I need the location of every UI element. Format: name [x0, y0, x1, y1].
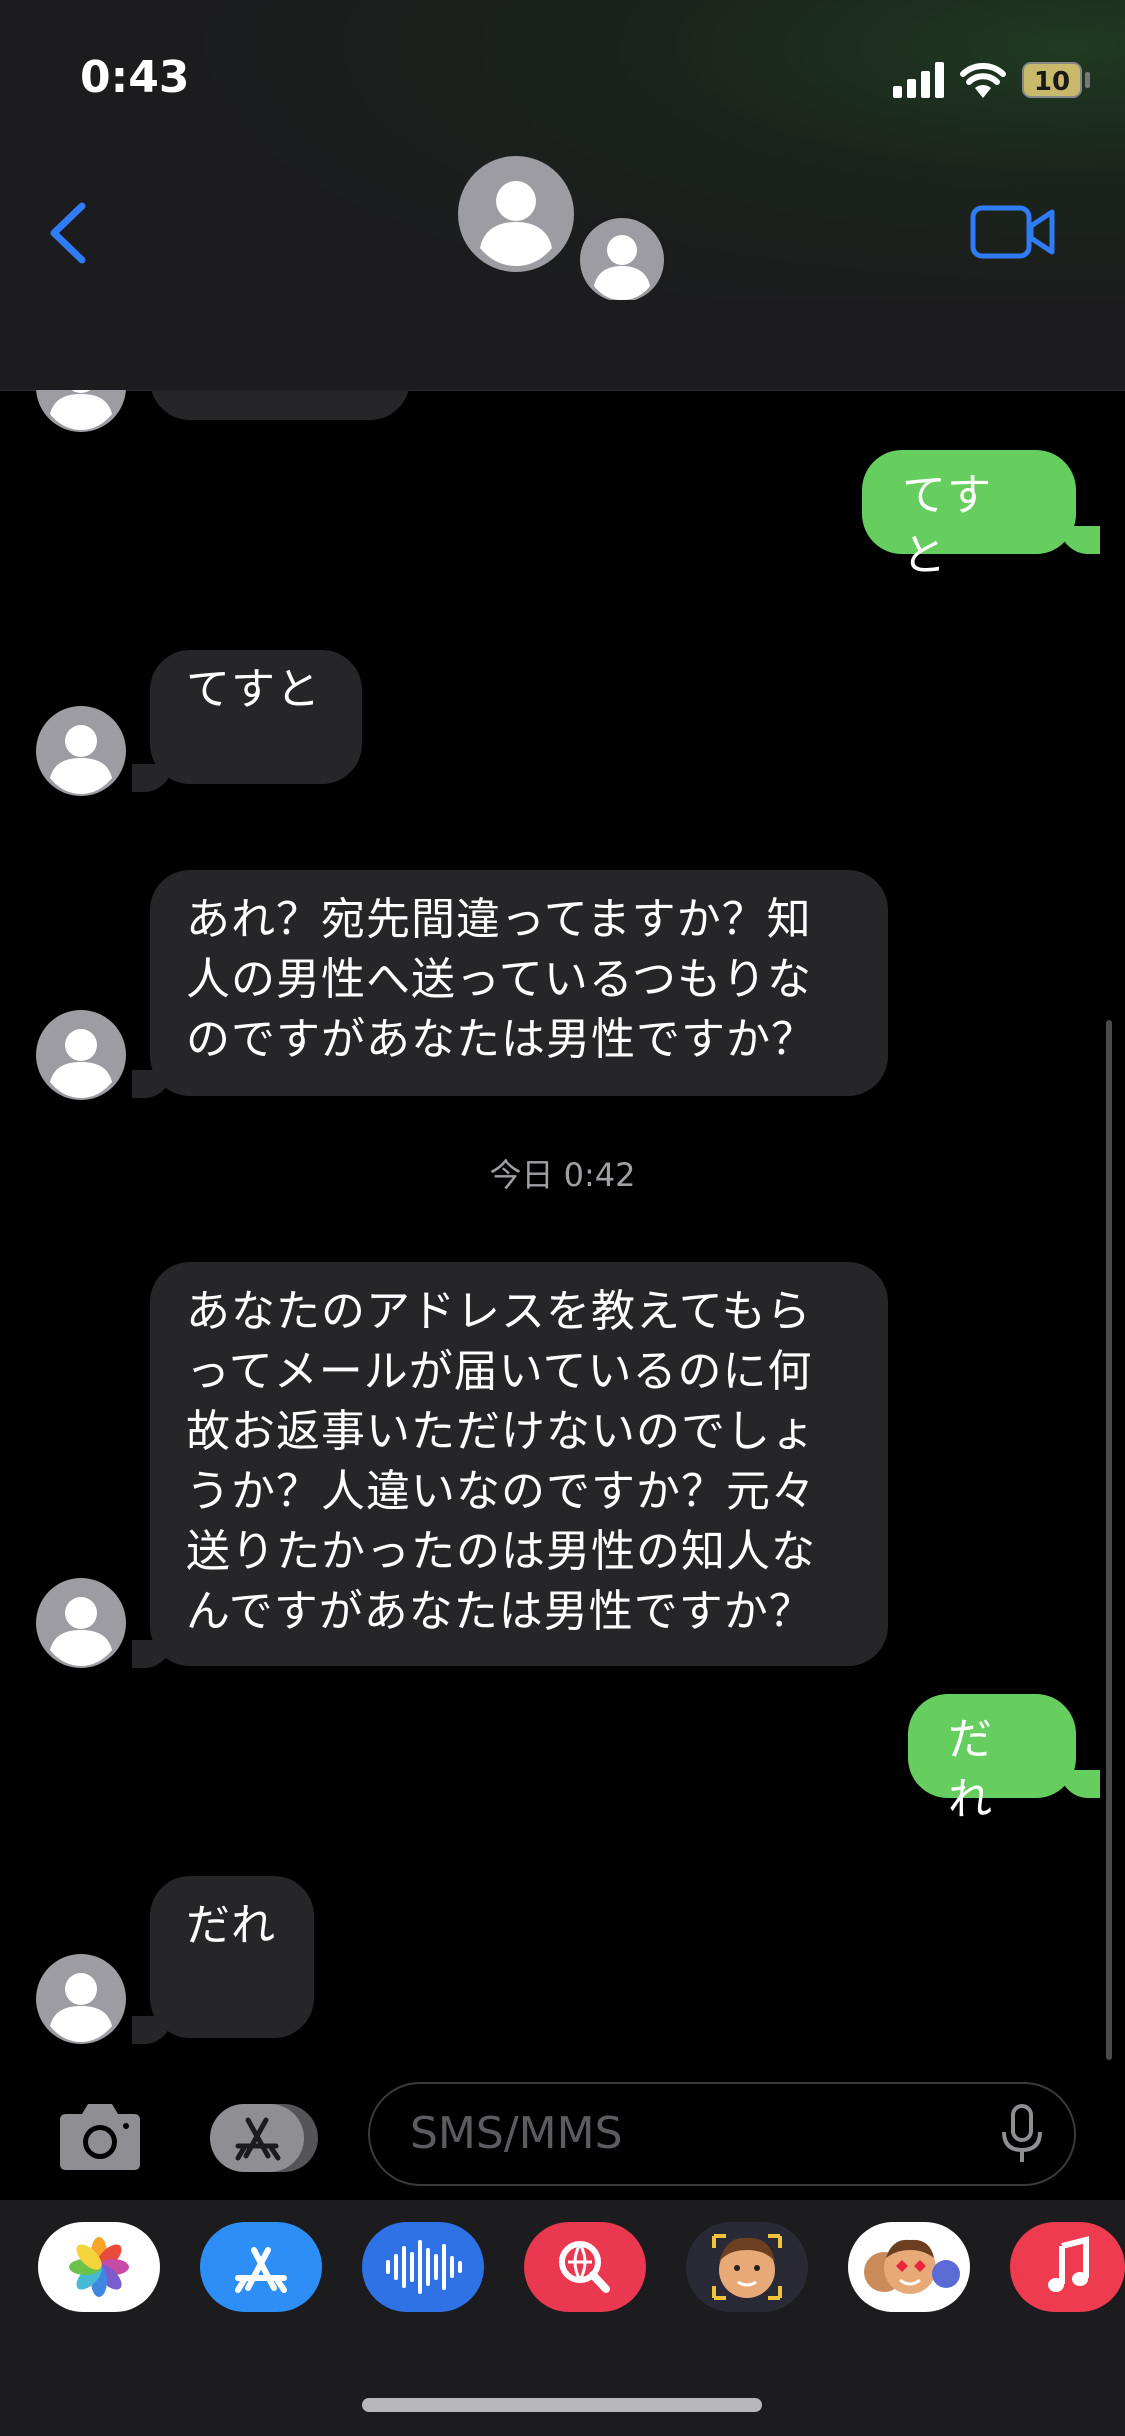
memoji-stickers-icon[interactable] [848, 2222, 970, 2312]
scrollbar[interactable] [1106, 1020, 1112, 2060]
audio-message-icon[interactable] [362, 2222, 484, 2312]
home-indicator[interactable] [362, 2398, 762, 2412]
sender-avatar-icon [36, 706, 126, 796]
bubble-tail [132, 1640, 172, 1668]
message-input[interactable]: SMS/MMS [368, 2082, 1076, 2186]
bubble-tail [132, 764, 172, 792]
message-bubble-outgoing[interactable]: だれ [908, 1694, 1076, 1825]
memoji-icon[interactable] [686, 2222, 808, 2312]
bubble-tail [1060, 1770, 1100, 1798]
message-line: 送りたかったのは男性の知人な [186, 1526, 816, 1577]
microphone-icon[interactable] [998, 2104, 1046, 2166]
message-line: のですがあなたは男性ですか？ [186, 1014, 816, 1065]
photos-icon[interactable] [38, 2222, 160, 2312]
message-line: 故お返事いただけないのでしょ [186, 1406, 816, 1457]
message-text: てすと [186, 664, 321, 715]
message-bubble-incoming[interactable]: てすと [150, 650, 362, 784]
message-text: てすと [902, 470, 992, 581]
timestamp-divider: 今日 0:42 [489, 1156, 636, 1194]
web-search-icon[interactable] [524, 2222, 646, 2312]
bubble-tail [1060, 526, 1100, 554]
message-bubble-incoming[interactable]: あれ？宛先間違ってますか？知 人の男性へ送っているつもりな のですがあなたは男性… [150, 870, 888, 1096]
message-text: だれ [186, 1900, 276, 1951]
message-bubble-outgoing[interactable]: てすと [862, 450, 1076, 581]
camera-icon[interactable] [52, 2100, 148, 2176]
message-line: うか？人違いなのですか？元々 [186, 1466, 816, 1517]
app-store-button-icon[interactable] [208, 2102, 320, 2174]
message-line: あなたのアドレスを教えてもら [186, 1286, 812, 1337]
bubble-tail [132, 2016, 172, 2044]
message-line: 人の男性へ送っているつもりな [186, 954, 813, 1005]
message-bubble-incoming[interactable]: だれ [150, 1876, 314, 2038]
message-bubble-incoming[interactable]: あなたのアドレスを教えてもら ってメールが届いているのに何 故お返事いただけない… [150, 1262, 888, 1666]
sender-avatar-icon [36, 1010, 126, 1100]
message-text: だれ [948, 1714, 993, 1825]
app-store-icon[interactable] [200, 2222, 322, 2312]
sender-avatar-icon [36, 1954, 126, 2044]
header-bottom [0, 300, 1125, 390]
music-icon[interactable] [1010, 2222, 1125, 2312]
message-line: んですがあなたは男性ですか？ [186, 1586, 814, 1637]
message-line: あれ？宛先間違ってますか？知 [186, 894, 812, 945]
sender-avatar-icon [36, 1578, 126, 1668]
message-line: ってメールが届いているのに何 [186, 1346, 813, 1397]
bubble-tail [132, 1070, 172, 1098]
